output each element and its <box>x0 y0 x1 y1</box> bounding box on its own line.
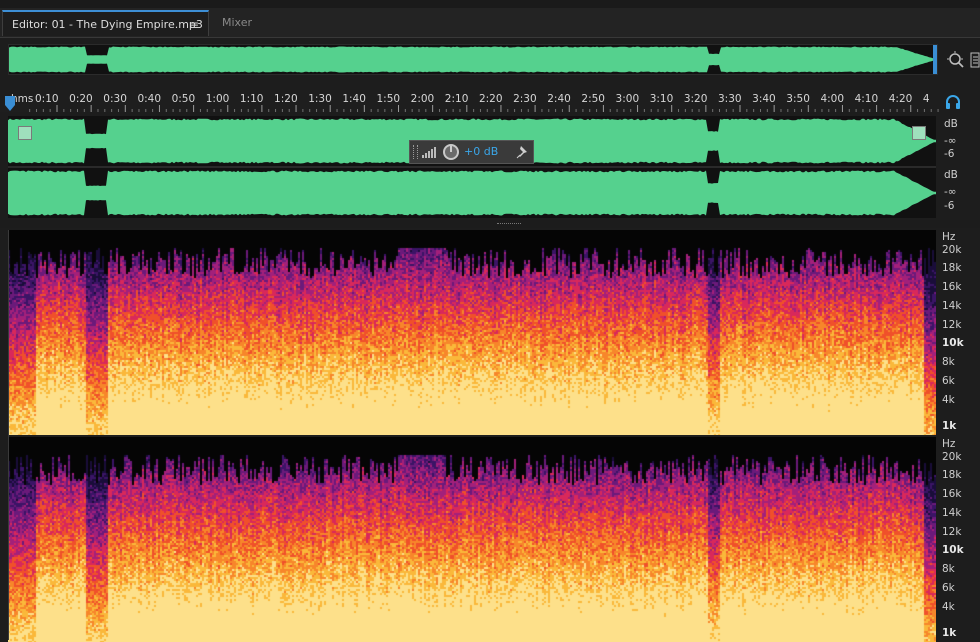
time-tick-label: 4 <box>922 93 930 105</box>
time-tick-label: 1:00 <box>205 93 230 105</box>
time-tick-label: 1:50 <box>376 93 401 105</box>
view-splitter[interactable] <box>0 220 980 228</box>
hz-label: 20k <box>942 451 962 463</box>
fade-out-handle[interactable] <box>912 126 926 140</box>
spectrogram-left-canvas <box>8 230 936 435</box>
time-tick-label: 1:20 <box>274 93 298 105</box>
zoom-magnifier-icon[interactable] <box>946 50 966 70</box>
time-tick-label: 4:20 <box>888 93 913 105</box>
hz-scale-left: Hz 20k 18k 16k 14k 12k 10k 8k 6k 4k 1k <box>940 230 980 435</box>
hz-label: 1k <box>942 627 957 639</box>
level-meter-icon <box>422 147 436 158</box>
overview-right-handle[interactable] <box>933 45 937 74</box>
tab-mixer[interactable]: Mixer <box>222 10 252 36</box>
waveform-channel-right[interactable] <box>8 168 936 218</box>
time-tick-label: 0:20 <box>69 93 93 105</box>
time-ruler[interactable]: hms 0:10 0:20 0:30 0:40 0:50 1:00 1:10 1:20 1:30… <box>0 90 940 112</box>
hz-label: 8k <box>942 563 955 575</box>
time-tick-label: 3:00 <box>615 93 640 105</box>
hz-label: 18k <box>942 262 962 274</box>
db-minus6: -6 <box>944 148 955 160</box>
hz-label: 14k <box>942 300 962 312</box>
tab-editor-label: Editor: 01 - The Dying Empire.mp3 <box>12 18 203 31</box>
time-tick-label: 3:50 <box>786 93 810 105</box>
hz-label: 14k <box>942 507 962 519</box>
gain-value[interactable]: +0 dB <box>464 145 498 158</box>
hz-label: 12k <box>942 526 962 538</box>
spectrogram-right-canvas <box>8 437 936 642</box>
time-tick-label: 0:50 <box>171 93 196 105</box>
db-minus6: -6 <box>944 200 955 212</box>
waveform-right-drawing <box>8 168 936 218</box>
headphones-icon[interactable] <box>945 94 961 110</box>
spectral-display-right[interactable] <box>8 437 936 642</box>
time-tick-label: 1:10 <box>239 93 264 105</box>
db-inf: -∞ <box>944 135 957 147</box>
time-tick-label: 2:30 <box>513 93 537 105</box>
hz-label: 8k <box>942 356 955 368</box>
time-tick-label: 2:00 <box>410 93 435 105</box>
time-tick-label: 2:20 <box>478 93 503 105</box>
time-tick-label: 2:50 <box>581 93 605 105</box>
left-edge-line <box>8 230 9 640</box>
hz-label: 20k <box>942 244 962 256</box>
time-tick-label: 3:20 <box>683 93 708 105</box>
panel-tab-bar: Editor: 01 - The Dying Empire.mp3 ≡ Mixe… <box>0 8 980 38</box>
volume-hud[interactable]: +0 dB <box>409 140 534 164</box>
hz-scale-right: Hz 20k 18k 16k 14k 12k 10k 8k 6k 4k 1k <box>940 437 980 642</box>
time-tick-label: 1:40 <box>342 93 366 105</box>
tab-mixer-label: Mixer <box>222 16 253 29</box>
db-inf: -∞ <box>944 186 957 198</box>
hz-label: 6k <box>942 582 955 594</box>
hz-unit: Hz <box>942 438 956 450</box>
time-tick-label: 3:40 <box>752 93 776 105</box>
time-tick-label: 3:10 <box>649 93 674 105</box>
overview-waveform-drawing <box>9 45 937 74</box>
splitter-grip[interactable] <box>497 223 521 226</box>
hamburger-menu-icon[interactable]: ≡ <box>189 12 199 38</box>
time-tick-label: 0:40 <box>137 93 162 105</box>
time-tick-label: 0:10 <box>35 93 59 105</box>
db-unit: dB <box>944 118 958 130</box>
waveform-envelope <box>9 46 937 73</box>
hz-label: 16k <box>942 488 962 500</box>
time-tick-label: 4:10 <box>854 93 879 105</box>
time-tick-label: 2:40 <box>547 93 571 105</box>
time-tick-label: 4:00 <box>820 93 845 105</box>
hud-grip-icon[interactable] <box>413 145 418 159</box>
volume-knob-icon[interactable] <box>442 143 460 161</box>
hz-label: 18k <box>942 469 962 481</box>
hz-label: 10k <box>942 544 964 556</box>
hz-label: 4k <box>942 601 955 613</box>
hz-label: 16k <box>942 281 962 293</box>
tab-editor[interactable]: Editor: 01 - The Dying Empire.mp3 ≡ <box>2 10 209 36</box>
time-tick-label: 1:30 <box>308 93 332 105</box>
time-tick-label: 3:30 <box>718 93 742 105</box>
hz-label: 6k <box>942 375 955 387</box>
db-unit: dB <box>944 169 958 181</box>
hz-label: 4k <box>942 394 955 406</box>
time-tick-label: 0:30 <box>103 93 127 105</box>
overview-waveform[interactable] <box>8 44 938 75</box>
pin-icon[interactable] <box>516 145 528 159</box>
waveform-envelope <box>8 170 936 216</box>
hz-label: 12k <box>942 319 962 331</box>
playhead-icon[interactable] <box>5 96 15 112</box>
spectral-display-left[interactable] <box>8 230 936 435</box>
hz-label: 1k <box>942 420 957 432</box>
hz-label: 10k <box>942 337 964 349</box>
fade-in-handle[interactable] <box>18 126 32 140</box>
time-tick-label: 2:10 <box>444 93 469 105</box>
hz-unit: Hz <box>942 231 956 243</box>
panel-options-icon[interactable] <box>970 52 980 68</box>
